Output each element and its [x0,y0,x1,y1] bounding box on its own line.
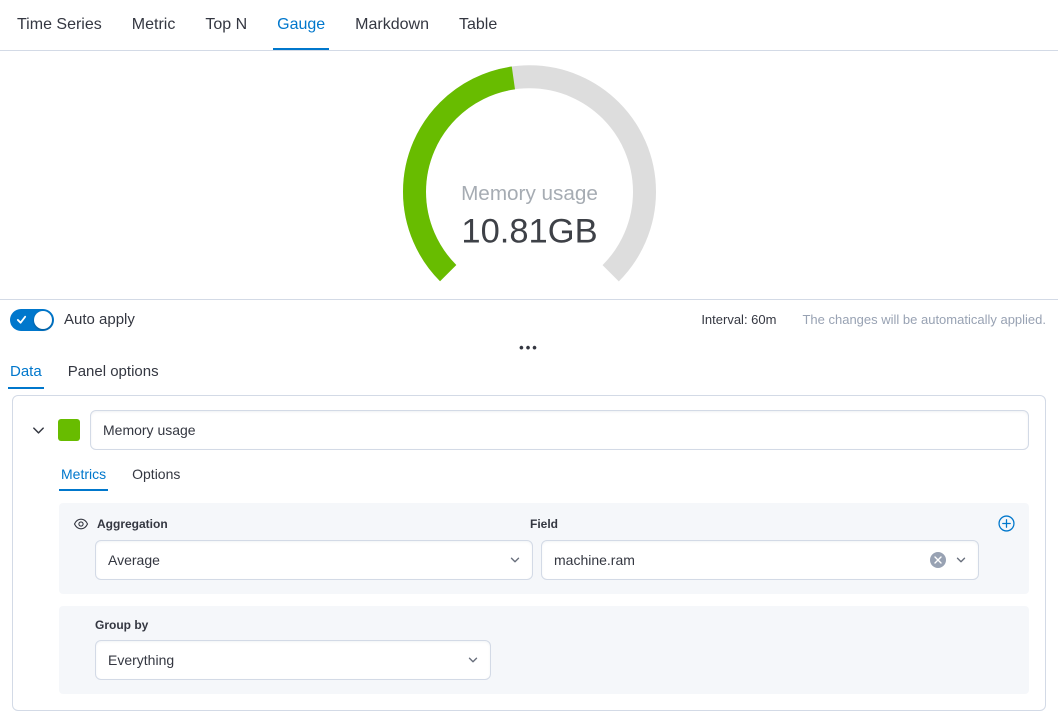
editor-tabs: Data Panel options [0,357,1058,389]
aggregation-select[interactable]: Average [95,540,533,580]
aggregation-label: Aggregation [97,517,168,531]
gauge-title: Memory usage [461,182,598,205]
group-by-value: Everything [108,652,174,668]
auto-apply-toolbar: Auto apply Interval: 60m The changes wil… [0,299,1058,339]
toolbar-right-group: Interval: 60m The changes will be automa… [701,312,1048,327]
plus-in-circle-icon [998,515,1015,532]
tab-data[interactable]: Data [8,363,44,389]
series-panel: Metrics Options Aggregation Field [12,395,1046,711]
check-icon [16,314,27,325]
metric-control-row: Average machine.ram [73,540,1015,580]
series-tabs: Metrics Options [59,466,1029,491]
eye-icon [73,516,89,532]
field-combobox[interactable]: machine.ram [541,540,979,580]
tsvb-editor-root: Time Series Metric Top N Gauge Markdown … [0,0,1058,722]
panel-resize-handle[interactable]: ••• [513,343,545,353]
visualization-type-tabs: Time Series Metric Top N Gauge Markdown … [0,0,1058,51]
metric-header-row: Aggregation Field [73,515,1015,532]
group-by-label: Group by [95,618,1015,632]
metric-section: Aggregation Field Av [59,503,1029,594]
series-label-input[interactable] [90,410,1029,450]
tab-top-n[interactable]: Top N [201,0,251,50]
gauge-chart: Memory usage 10.81GB [397,63,662,293]
switch-knob [34,311,52,329]
field-header: Field [530,517,979,531]
field-value: machine.ram [554,552,635,568]
tab-options[interactable]: Options [130,466,182,491]
series-color-swatch[interactable] [58,419,80,441]
series-collapse-button[interactable] [29,421,48,440]
tab-metrics[interactable]: Metrics [59,466,108,491]
chevron-down-icon [954,553,968,567]
tab-time-series[interactable]: Time Series [13,0,106,50]
chevron-down-icon [31,423,46,438]
auto-apply-hint: The changes will be automatically applie… [802,312,1046,327]
aggregation-value: Average [108,552,160,568]
resize-handle-row: ••• [0,339,1058,357]
group-by-select[interactable]: Everything [95,640,491,680]
field-label: Field [530,517,558,531]
field-combobox-icons [930,552,968,568]
interval-text: Interval: 60m [701,312,776,327]
add-metric-button[interactable] [987,515,1015,532]
tab-metric[interactable]: Metric [128,0,180,50]
gauge-value: 10.81GB [461,212,597,250]
chevron-down-icon [508,553,522,567]
aggregation-header: Aggregation [73,516,522,532]
tab-markdown[interactable]: Markdown [351,0,433,50]
series-body: Metrics Options Aggregation Field [59,466,1029,694]
tab-panel-options[interactable]: Panel options [66,363,161,389]
auto-apply-toggle[interactable] [10,309,54,331]
tab-table[interactable]: Table [455,0,501,50]
auto-apply-label: Auto apply [64,311,135,328]
chevron-down-icon [466,653,480,667]
series-header [29,410,1029,450]
gauge-visualization: Memory usage 10.81GB [0,51,1058,299]
clear-field-button[interactable] [930,552,946,568]
tab-gauge[interactable]: Gauge [273,0,329,50]
cross-in-circle-icon [930,552,946,568]
group-by-section: Group by Everything [59,606,1029,694]
